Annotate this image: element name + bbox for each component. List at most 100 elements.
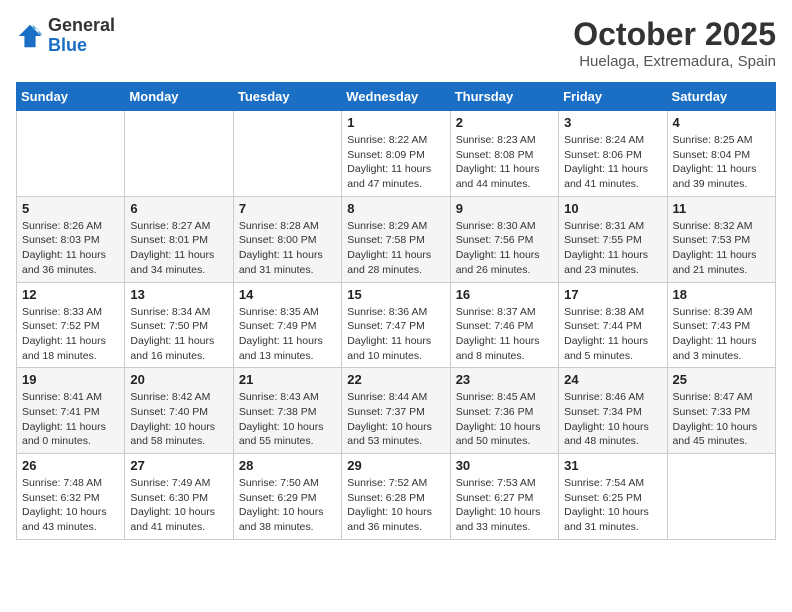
calendar-cell: 26 Sunrise: 7:48 AMSunset: 6:32 PMDayligh…: [17, 454, 125, 540]
day-number: 29: [347, 458, 444, 473]
day-info: Sunrise: 8:23 AMSunset: 8:08 PMDaylight:…: [456, 133, 553, 192]
day-info: Sunrise: 8:34 AMSunset: 7:50 PMDaylight:…: [130, 305, 227, 364]
day-header-monday: Monday: [125, 83, 233, 111]
logo-general-text: General: [48, 15, 115, 35]
day-info: Sunrise: 8:35 AMSunset: 7:49 PMDaylight:…: [239, 305, 336, 364]
day-number: 11: [673, 201, 770, 216]
day-info: Sunrise: 8:43 AMSunset: 7:38 PMDaylight:…: [239, 390, 336, 449]
day-number: 14: [239, 287, 336, 302]
day-number: 21: [239, 372, 336, 387]
calendar-cell: 31 Sunrise: 7:54 AMSunset: 6:25 PMDayligh…: [559, 454, 667, 540]
calendar-cell: 15 Sunrise: 8:36 AMSunset: 7:47 PMDayligh…: [342, 282, 450, 368]
day-info: Sunrise: 8:32 AMSunset: 7:53 PMDaylight:…: [673, 219, 770, 278]
calendar-cell: 8 Sunrise: 8:29 AMSunset: 7:58 PMDaylight…: [342, 196, 450, 282]
day-number: 13: [130, 287, 227, 302]
calendar-cell: 17Sunrise: 8:38 AMSunset: 7:44 PMDayligh…: [559, 282, 667, 368]
day-info: Sunrise: 7:48 AMSunset: 6:32 PMDaylight:…: [22, 476, 119, 535]
day-number: 10: [564, 201, 661, 216]
week-row-1: 1 Sunrise: 8:22 AMSunset: 8:09 PMDaylight…: [17, 111, 776, 197]
day-number: 7: [239, 201, 336, 216]
day-info: Sunrise: 8:42 AMSunset: 7:40 PMDaylight:…: [130, 390, 227, 449]
day-number: 31: [564, 458, 661, 473]
day-number: 6: [130, 201, 227, 216]
day-number: 26: [22, 458, 119, 473]
day-info: Sunrise: 8:30 AMSunset: 7:56 PMDaylight:…: [456, 219, 553, 278]
day-header-tuesday: Tuesday: [233, 83, 341, 111]
month-title: October 2025: [573, 16, 776, 53]
day-number: 20: [130, 372, 227, 387]
calendar-cell: 12 Sunrise: 8:33 AMSunset: 7:52 PMDayligh…: [17, 282, 125, 368]
day-info: Sunrise: 8:37 AMSunset: 7:46 PMDaylight:…: [456, 305, 553, 364]
calendar-cell: 21 Sunrise: 8:43 AMSunset: 7:38 PMDayligh…: [233, 368, 341, 454]
day-number: 12: [22, 287, 119, 302]
calendar-cell: 27Sunrise: 7:49 AMSunset: 6:30 PMDayligh…: [125, 454, 233, 540]
day-info: Sunrise: 8:29 AMSunset: 7:58 PMDaylight:…: [347, 219, 444, 278]
calendar-cell: 6 Sunrise: 8:27 AMSunset: 8:01 PMDaylight…: [125, 196, 233, 282]
calendar-cell: 23 Sunrise: 8:45 AMSunset: 7:36 PMDayligh…: [450, 368, 558, 454]
day-info: Sunrise: 8:26 AMSunset: 8:03 PMDaylight:…: [22, 219, 119, 278]
day-number: 27: [130, 458, 227, 473]
day-info: Sunrise: 8:36 AMSunset: 7:47 PMDaylight:…: [347, 305, 444, 364]
day-number: 30: [456, 458, 553, 473]
calendar-cell: 22Sunrise: 8:44 AMSunset: 7:37 PMDayligh…: [342, 368, 450, 454]
calendar-cell: 24 Sunrise: 8:46 AMSunset: 7:34 PMDayligh…: [559, 368, 667, 454]
day-header-friday: Friday: [559, 83, 667, 111]
day-number: 5: [22, 201, 119, 216]
day-number: 1: [347, 115, 444, 130]
day-header-saturday: Saturday: [667, 83, 775, 111]
day-info: Sunrise: 8:28 AMSunset: 8:00 PMDaylight:…: [239, 219, 336, 278]
day-number: 24: [564, 372, 661, 387]
day-number: 15: [347, 287, 444, 302]
day-info: Sunrise: 8:24 AMSunset: 8:06 PMDaylight:…: [564, 133, 661, 192]
day-info: Sunrise: 8:46 AMSunset: 7:34 PMDaylight:…: [564, 390, 661, 449]
day-info: Sunrise: 7:50 AMSunset: 6:29 PMDaylight:…: [239, 476, 336, 535]
title-area: October 2025 Huelaga, Extremadura, Spain: [573, 16, 776, 70]
calendar-cell: 10 Sunrise: 8:31 AMSunset: 7:55 PMDayligh…: [559, 196, 667, 282]
calendar-cell: 5 Sunrise: 8:26 AMSunset: 8:03 PMDaylight…: [17, 196, 125, 282]
calendar-cell: 16 Sunrise: 8:37 AMSunset: 7:46 PMDayligh…: [450, 282, 558, 368]
calendar-cell: 2Sunrise: 8:23 AMSunset: 8:08 PMDaylight…: [450, 111, 558, 197]
calendar-cell: 7 Sunrise: 8:28 AMSunset: 8:00 PMDaylight…: [233, 196, 341, 282]
day-info: Sunrise: 8:25 AMSunset: 8:04 PMDaylight:…: [673, 133, 770, 192]
calendar-cell: 4 Sunrise: 8:25 AMSunset: 8:04 PMDaylight…: [667, 111, 775, 197]
calendar-cell: 18Sunrise: 8:39 AMSunset: 7:43 PMDayligh…: [667, 282, 775, 368]
calendar-cell: [667, 454, 775, 540]
day-header-thursday: Thursday: [450, 83, 558, 111]
calendar-cell: 29Sunrise: 7:52 AMSunset: 6:28 PMDayligh…: [342, 454, 450, 540]
day-header-wednesday: Wednesday: [342, 83, 450, 111]
calendar-cell: 13 Sunrise: 8:34 AMSunset: 7:50 PMDayligh…: [125, 282, 233, 368]
day-info: Sunrise: 8:33 AMSunset: 7:52 PMDaylight:…: [22, 305, 119, 364]
calendar-cell: [233, 111, 341, 197]
calendar-cell: 20 Sunrise: 8:42 AMSunset: 7:40 PMDayligh…: [125, 368, 233, 454]
calendar-cell: 28 Sunrise: 7:50 AMSunset: 6:29 PMDayligh…: [233, 454, 341, 540]
calendar-table: SundayMondayTuesdayWednesdayThursdayFrid…: [16, 82, 776, 540]
location-title: Huelaga, Extremadura, Spain: [573, 53, 776, 70]
day-number: 4: [673, 115, 770, 130]
page-header: General Blue October 2025 Huelaga, Extre…: [16, 16, 776, 70]
day-number: 9: [456, 201, 553, 216]
days-header-row: SundayMondayTuesdayWednesdayThursdayFrid…: [17, 83, 776, 111]
week-row-5: 26 Sunrise: 7:48 AMSunset: 6:32 PMDayligh…: [17, 454, 776, 540]
day-number: 17: [564, 287, 661, 302]
day-info: Sunrise: 8:39 AMSunset: 7:43 PMDaylight:…: [673, 305, 770, 364]
day-number: 23: [456, 372, 553, 387]
day-info: Sunrise: 8:44 AMSunset: 7:37 PMDaylight:…: [347, 390, 444, 449]
calendar-cell: 11 Sunrise: 8:32 AMSunset: 7:53 PMDayligh…: [667, 196, 775, 282]
calendar-cell: 3Sunrise: 8:24 AMSunset: 8:06 PMDaylight…: [559, 111, 667, 197]
day-header-sunday: Sunday: [17, 83, 125, 111]
logo-blue-text: Blue: [48, 35, 87, 55]
day-number: 28: [239, 458, 336, 473]
day-info: Sunrise: 8:27 AMSunset: 8:01 PMDaylight:…: [130, 219, 227, 278]
day-number: 16: [456, 287, 553, 302]
day-info: Sunrise: 8:22 AMSunset: 8:09 PMDaylight:…: [347, 133, 444, 192]
day-info: Sunrise: 8:31 AMSunset: 7:55 PMDaylight:…: [564, 219, 661, 278]
day-info: Sunrise: 7:54 AMSunset: 6:25 PMDaylight:…: [564, 476, 661, 535]
day-info: Sunrise: 8:45 AMSunset: 7:36 PMDaylight:…: [456, 390, 553, 449]
calendar-cell: 19Sunrise: 8:41 AMSunset: 7:41 PMDayligh…: [17, 368, 125, 454]
calendar-cell: 30Sunrise: 7:53 AMSunset: 6:27 PMDayligh…: [450, 454, 558, 540]
day-number: 8: [347, 201, 444, 216]
calendar-cell: [125, 111, 233, 197]
week-row-2: 5 Sunrise: 8:26 AMSunset: 8:03 PMDaylight…: [17, 196, 776, 282]
day-number: 19: [22, 372, 119, 387]
calendar-cell: 14 Sunrise: 8:35 AMSunset: 7:49 PMDayligh…: [233, 282, 341, 368]
